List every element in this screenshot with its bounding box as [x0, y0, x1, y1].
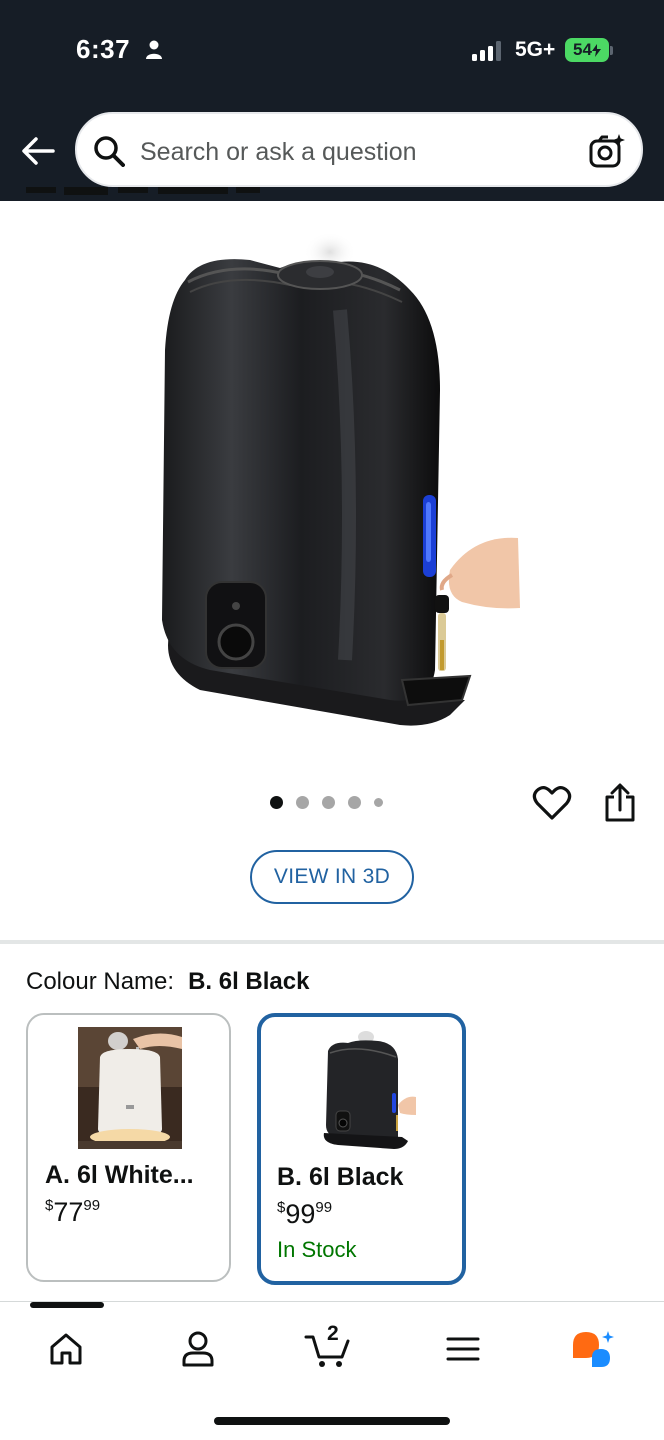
colour-name-value: B. 6l Black — [188, 968, 310, 995]
share-icon[interactable] — [602, 783, 638, 823]
charging-bolt-icon — [591, 43, 601, 57]
status-time: 6:37 — [76, 34, 131, 64]
signal-icon — [472, 41, 501, 61]
carousel-dot-3[interactable] — [322, 795, 335, 809]
scrolled-text-fragment — [26, 187, 260, 195]
active-tab-indicator — [30, 1302, 104, 1308]
colour-name-label: Colour Name: — [26, 968, 175, 995]
carousel-dot-1[interactable] — [270, 795, 283, 809]
colour-option-black[interactable]: B. 6l Black $9999 In Stock — [257, 1013, 466, 1285]
wishlist-heart-icon[interactable] — [532, 783, 572, 823]
colour-option-name: A. 6l White... — [45, 1161, 194, 1189]
product-page: 6:37 5G+ 54 Search or ask a question VIE… — [0, 0, 664, 1440]
nav-cart-button[interactable]: 2 — [299, 1322, 359, 1374]
white-humidifier-thumbnail — [78, 1027, 182, 1149]
carousel-dot-5[interactable] — [374, 797, 383, 807]
view-in-3d-button[interactable]: VIEW IN 3D — [250, 850, 414, 904]
top-bar: 6:37 5G+ 54 Search or ask a question — [0, 0, 664, 201]
colour-option-price: $9999 — [277, 1199, 332, 1230]
home-icon — [50, 1333, 82, 1365]
nav-rufus-button[interactable] — [563, 1324, 623, 1374]
battery-level: 54 — [573, 40, 592, 59]
nav-menu-button[interactable] — [433, 1324, 493, 1374]
colour-option-white[interactable]: A. 6l White... $7799 — [26, 1013, 231, 1282]
price-fraction: 99 — [315, 1199, 333, 1216]
account-icon — [182, 1331, 214, 1367]
back-button[interactable] — [18, 132, 58, 170]
colour-option-price: $7799 — [45, 1197, 100, 1228]
price-fraction: 99 — [83, 1197, 101, 1214]
back-arrow-icon — [22, 137, 55, 165]
price-whole: 77 — [53, 1197, 84, 1227]
nav-home-button[interactable] — [36, 1324, 96, 1374]
rufus-assistant-icon — [573, 1331, 614, 1367]
carousel-dot-4[interactable] — [348, 795, 361, 809]
colour-name-row: Colour Name: B. 6l Black — [26, 968, 309, 996]
menu-icon — [446, 1337, 480, 1361]
product-image[interactable] — [140, 230, 530, 740]
network-type: 5G+ — [515, 38, 556, 61]
home-indicator — [214, 1417, 450, 1425]
person-icon — [146, 40, 162, 59]
availability-status: In Stock — [277, 1237, 357, 1262]
black-humidifier-thumbnail — [323, 1031, 416, 1149]
colour-option-name: B. 6l Black — [277, 1163, 404, 1191]
carousel-dot-2[interactable] — [296, 795, 309, 809]
search-bar[interactable]: Search or ask a question — [75, 112, 643, 187]
price-whole: 99 — [285, 1199, 316, 1229]
search-input[interactable]: Search or ask a question — [140, 138, 417, 167]
cart-count-badge: 2 — [327, 1322, 339, 1345]
battery-tip — [610, 46, 613, 55]
nav-account-button[interactable] — [168, 1324, 228, 1374]
battery-indicator: 54 — [565, 38, 609, 62]
camera-search-icon[interactable] — [588, 132, 626, 170]
section-divider — [0, 940, 664, 944]
image-carousel-dots[interactable] — [270, 795, 383, 809]
search-icon — [94, 136, 125, 167]
